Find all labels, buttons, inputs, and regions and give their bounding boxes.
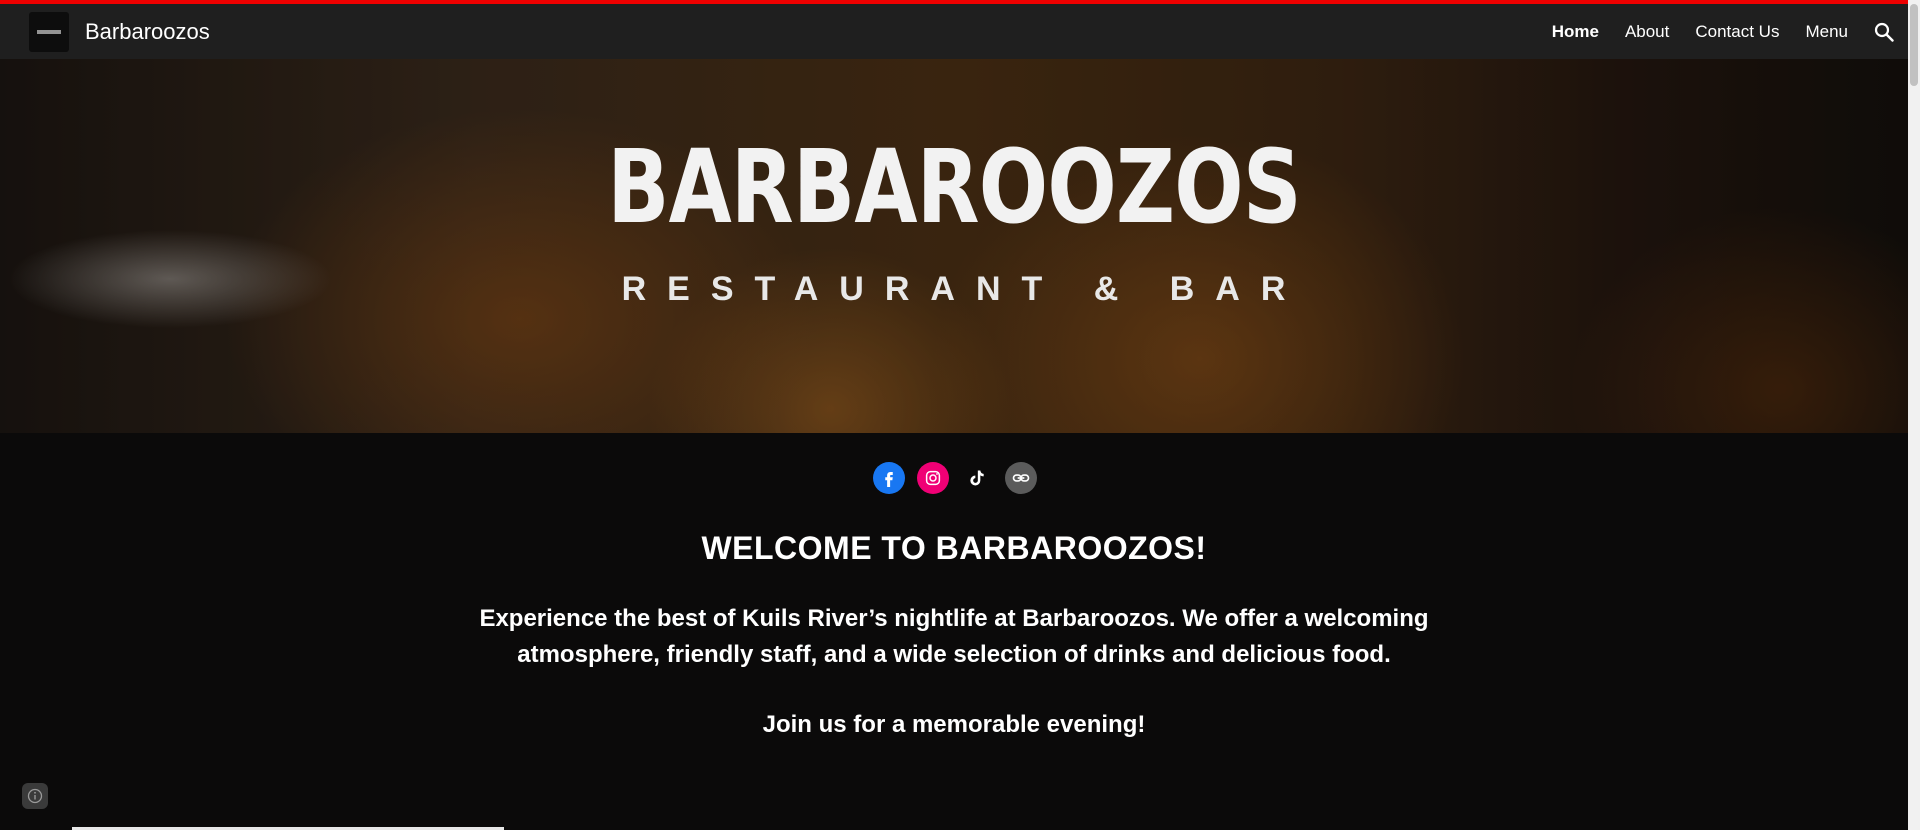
main-nav: Home About Contact Us Menu xyxy=(1526,4,1908,59)
search-icon[interactable] xyxy=(1874,22,1894,42)
hero-logo-title: BARBAROOZOS xyxy=(607,128,1301,247)
nav-contact-us[interactable]: Contact Us xyxy=(1695,22,1779,42)
welcome-section: WELCOME TO BARBAROOZOS! Experience the b… xyxy=(0,530,1908,739)
scrollbar-thumb[interactable] xyxy=(1910,4,1918,86)
nav-about[interactable]: About xyxy=(1625,22,1669,42)
site-logo[interactable] xyxy=(29,11,69,52)
invitation-text: Join us for a memorable evening! xyxy=(762,711,1146,738)
link-icon[interactable] xyxy=(1005,462,1037,494)
nav-menu[interactable]: Menu xyxy=(1805,22,1848,42)
info-icon[interactable] xyxy=(22,783,48,809)
nav-home[interactable]: Home xyxy=(1552,22,1599,42)
hero-banner: BARBAROOZOS RESTAURANT & BAR xyxy=(0,59,1908,433)
top-navbar: Barbaroozos Home About Contact Us Menu xyxy=(0,4,1908,59)
vertical-scrollbar[interactable] xyxy=(1908,0,1920,830)
hero-logo-subtitle: RESTAURANT & BAR xyxy=(621,270,1307,308)
welcome-paragraph: Experience the best of Kuils River’s nig… xyxy=(479,605,1429,668)
site-title[interactable]: Barbaroozos xyxy=(85,19,210,45)
welcome-heading: WELCOME TO BARBAROOZOS! xyxy=(701,530,1207,566)
facebook-icon[interactable] xyxy=(873,462,905,494)
instagram-icon[interactable] xyxy=(917,462,949,494)
tiktok-icon[interactable] xyxy=(961,462,993,494)
social-links xyxy=(873,462,1037,494)
